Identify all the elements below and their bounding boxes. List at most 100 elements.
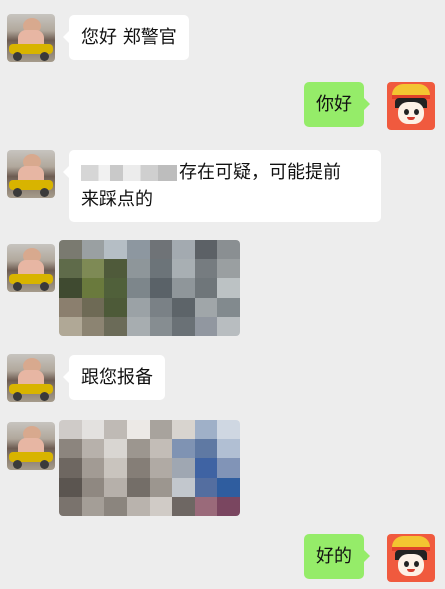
image-pixel bbox=[217, 439, 240, 459]
image-pixel bbox=[104, 278, 127, 298]
image-pixel bbox=[59, 259, 82, 279]
image-pixel bbox=[172, 259, 195, 279]
image-pixel bbox=[217, 496, 240, 516]
image-pixel bbox=[104, 297, 127, 317]
message-line-1: 存在可疑，可能提前 bbox=[81, 159, 369, 186]
image-pixel bbox=[149, 259, 173, 279]
contact-avatar[interactable] bbox=[7, 150, 55, 198]
image-pixel bbox=[104, 316, 127, 336]
image-pixel bbox=[126, 477, 150, 497]
image-pixel bbox=[81, 259, 105, 279]
message-row bbox=[0, 420, 445, 518]
image-pixel bbox=[149, 240, 173, 260]
my-avatar[interactable] bbox=[387, 82, 435, 130]
message-row: 存在可疑，可能提前 来踩点的 bbox=[0, 150, 445, 230]
message-text: 存在可疑，可能提前 bbox=[179, 162, 341, 183]
image-pixel bbox=[194, 316, 218, 336]
image-pixel bbox=[172, 439, 195, 459]
contact-avatar[interactable] bbox=[7, 354, 55, 402]
image-pixel bbox=[217, 240, 240, 260]
message-text: 你好 bbox=[316, 94, 352, 115]
image-pixel bbox=[149, 496, 173, 516]
contact-avatar[interactable] bbox=[7, 14, 55, 62]
image-pixel bbox=[126, 316, 150, 336]
message-text: 跟您报备 bbox=[81, 367, 153, 388]
image-pixel bbox=[81, 420, 105, 440]
contact-avatar[interactable] bbox=[7, 422, 55, 470]
image-pixel bbox=[217, 316, 240, 336]
image-pixel bbox=[126, 259, 150, 279]
message-row: 您好 郑警官 bbox=[0, 14, 445, 64]
image-pixel bbox=[172, 477, 195, 497]
image-pixel bbox=[59, 297, 82, 317]
image-pixel bbox=[172, 496, 195, 516]
image-pixel bbox=[81, 278, 105, 298]
image-pixel bbox=[104, 240, 127, 260]
image-pixel bbox=[81, 477, 105, 497]
image-pixel bbox=[59, 458, 82, 478]
image-pixel bbox=[126, 439, 150, 459]
image-pixel bbox=[59, 439, 82, 459]
image-pixel bbox=[194, 496, 218, 516]
image-pixel bbox=[217, 259, 240, 279]
image-pixel bbox=[172, 316, 195, 336]
message-bubble[interactable]: 您好 郑警官 bbox=[63, 15, 189, 60]
image-pixel bbox=[81, 240, 105, 260]
chat-window: 您好 郑警官 你好 存在可疑，可能提前 来踩点的 跟您报备 好的 bbox=[0, 0, 445, 589]
message-text: 好的 bbox=[316, 546, 352, 567]
image-pixel bbox=[149, 297, 173, 317]
image-pixel bbox=[149, 420, 173, 440]
image-pixel bbox=[194, 420, 218, 440]
image-pixel bbox=[59, 316, 82, 336]
image-pixel bbox=[59, 420, 82, 440]
image-pixel bbox=[149, 458, 173, 478]
image-pixel bbox=[194, 439, 218, 459]
image-pixel bbox=[194, 259, 218, 279]
image-pixel bbox=[104, 458, 127, 478]
message-text: 您好 郑警官 bbox=[81, 27, 177, 48]
image-pixel bbox=[59, 240, 82, 260]
my-avatar[interactable] bbox=[387, 534, 435, 582]
message-line-2: 来踩点的 bbox=[81, 189, 153, 210]
image-pixel bbox=[194, 458, 218, 478]
image-pixel bbox=[194, 278, 218, 298]
message-row bbox=[0, 240, 445, 336]
image-pixel bbox=[172, 297, 195, 317]
image-message[interactable] bbox=[59, 240, 240, 336]
image-pixel bbox=[172, 458, 195, 478]
redacted-text bbox=[81, 165, 177, 181]
message-bubble[interactable]: 你好 bbox=[304, 82, 370, 127]
image-pixel bbox=[126, 458, 150, 478]
image-pixel bbox=[126, 278, 150, 298]
image-pixel bbox=[194, 240, 218, 260]
image-pixel bbox=[104, 420, 127, 440]
image-pixel bbox=[81, 458, 105, 478]
image-pixel bbox=[149, 477, 173, 497]
image-pixel bbox=[149, 316, 173, 336]
message-row: 跟您报备 bbox=[0, 354, 445, 404]
image-pixel bbox=[126, 496, 150, 516]
image-pixel bbox=[104, 439, 127, 459]
image-pixel bbox=[172, 278, 195, 298]
image-pixel bbox=[194, 297, 218, 317]
contact-avatar[interactable] bbox=[7, 244, 55, 292]
image-pixel bbox=[104, 477, 127, 497]
image-pixel bbox=[172, 420, 195, 440]
image-pixel bbox=[217, 458, 240, 478]
image-pixel bbox=[149, 439, 173, 459]
image-pixel bbox=[81, 316, 105, 336]
image-message[interactable] bbox=[59, 420, 240, 516]
image-pixel bbox=[194, 477, 218, 497]
image-pixel bbox=[149, 278, 173, 298]
image-pixel bbox=[59, 477, 82, 497]
message-bubble[interactable]: 好的 bbox=[304, 534, 370, 579]
message-bubble[interactable]: 存在可疑，可能提前 来踩点的 bbox=[63, 150, 381, 222]
image-pixel bbox=[126, 240, 150, 260]
image-pixel bbox=[217, 278, 240, 298]
message-bubble[interactable]: 跟您报备 bbox=[63, 355, 165, 400]
message-row: 你好 bbox=[0, 82, 445, 132]
image-pixel bbox=[217, 297, 240, 317]
image-pixel bbox=[81, 439, 105, 459]
image-pixel bbox=[217, 477, 240, 497]
image-pixel bbox=[126, 420, 150, 440]
